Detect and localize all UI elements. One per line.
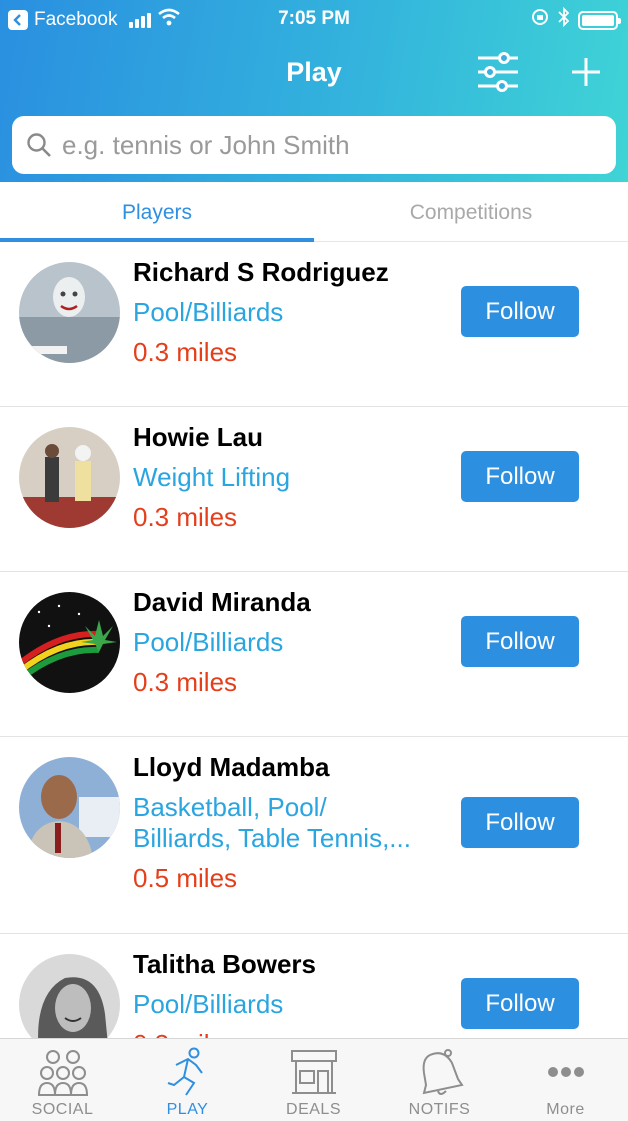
search-bar[interactable] <box>12 116 616 174</box>
player-name: Richard S Rodriguez <box>133 257 389 287</box>
tabbar-item-more[interactable]: More <box>503 1039 628 1121</box>
player-name: Talitha Bowers <box>133 949 317 979</box>
tabbar-label: DEALS <box>286 1101 341 1118</box>
avatar <box>19 757 120 858</box>
player-distance: 0.3 miles <box>133 337 238 367</box>
player-sport: Pool/Billiards <box>133 627 284 657</box>
bluetooth-icon <box>558 6 570 33</box>
tabbar-label: SOCIAL <box>31 1101 94 1118</box>
bell-icon <box>422 1049 464 1095</box>
avatar <box>19 592 120 693</box>
tabbar-item-deals[interactable]: DEALS <box>251 1039 376 1121</box>
player-distance: 0.3 miles <box>133 667 238 697</box>
runner-icon <box>167 1047 203 1096</box>
segment-tabs: Players Competitions <box>0 182 628 242</box>
more-dots-icon <box>548 1067 584 1077</box>
header: Facebook 7:05 PM Play <box>0 0 628 182</box>
add-button[interactable] <box>566 52 606 92</box>
tabbar-label: PLAY <box>166 1101 209 1118</box>
avatar <box>19 427 120 528</box>
tabbar-item-notifs[interactable]: NOTIFS <box>377 1039 502 1121</box>
player-sport: Basketball, Pool/ <box>133 792 327 822</box>
follow-button[interactable]: Follow <box>461 797 579 848</box>
page-title: Play <box>286 57 342 87</box>
list-item[interactable]: Lloyd Madamba Basketball, Pool/ Billiard… <box>0 737 628 934</box>
bottom-tab-bar: SOCIAL PLAY DEALS NOTIFS More <box>0 1038 628 1121</box>
tabbar-label: NOTIFS <box>408 1101 471 1118</box>
follow-button[interactable]: Follow <box>461 616 579 667</box>
player-sport: Weight Lifting <box>133 462 291 492</box>
search-input[interactable] <box>62 129 602 161</box>
search-icon <box>27 133 51 157</box>
players-list[interactable]: Richard S Rodriguez Pool/Billiards 0.3 m… <box>0 242 628 1038</box>
battery-icon <box>578 10 621 30</box>
player-distance: 0.5 miles <box>133 863 238 893</box>
list-item[interactable]: Howie Lau Weight Lifting 0.3 miles Follo… <box>0 407 628 572</box>
storefront-icon <box>291 1050 337 1094</box>
avatar <box>19 262 120 363</box>
tabbar-item-social[interactable]: SOCIAL <box>0 1039 125 1121</box>
avatar <box>19 954 120 1038</box>
sliders-icon <box>478 52 518 92</box>
list-item[interactable]: Richard S Rodriguez Pool/Billiards 0.3 m… <box>0 242 628 407</box>
tabbar-item-play[interactable]: PLAY <box>125 1039 250 1121</box>
player-name: David Miranda <box>133 587 311 617</box>
list-item[interactable]: Talitha Bowers Pool/Billiards 0.3 miles … <box>0 934 628 1038</box>
player-distance: 0.3 miles <box>133 1029 316 1038</box>
plus-icon <box>572 58 600 86</box>
player-sport: Pool/Billiards <box>133 297 284 327</box>
orientation-lock-icon <box>530 7 550 33</box>
filter-button[interactable] <box>474 50 522 94</box>
player-name: Howie Lau <box>133 422 264 452</box>
follow-button[interactable]: Follow <box>461 978 579 1029</box>
player-name: Lloyd Madamba <box>133 752 330 782</box>
tab-players[interactable]: Players <box>0 182 314 242</box>
player-sport-continued: Billiards, Table Tennis,... <box>133 823 411 853</box>
list-item[interactable]: David Miranda Pool/Billiards 0.3 miles F… <box>0 572 628 737</box>
tabbar-label: More <box>546 1101 585 1118</box>
tab-competitions[interactable]: Competitions <box>314 182 628 242</box>
follow-button[interactable]: Follow <box>461 451 579 502</box>
follow-button[interactable]: Follow <box>461 286 579 337</box>
player-sport: Pool/Billiards <box>133 989 284 1019</box>
status-bar: Facebook 7:05 PM <box>0 0 628 38</box>
player-distance: 0.3 miles <box>133 502 238 532</box>
people-group-icon <box>37 1050 89 1096</box>
